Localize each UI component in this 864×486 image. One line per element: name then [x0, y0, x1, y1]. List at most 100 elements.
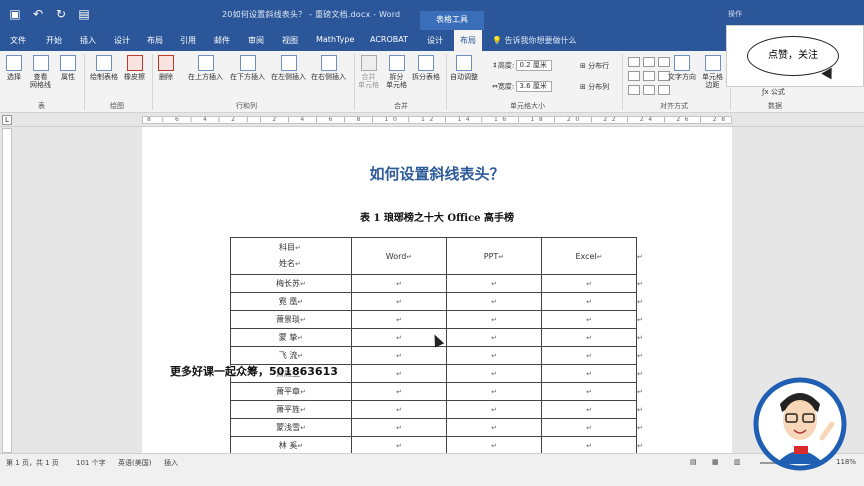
width-input[interactable]: 3.6 厘米: [516, 81, 553, 92]
align-top-left-button[interactable]: [628, 57, 640, 67]
score-cell-word[interactable]: ↵: [351, 436, 447, 455]
name-cell[interactable]: 萧景琰↵: [230, 310, 352, 329]
score-cell-word[interactable]: ↵: [351, 400, 447, 419]
redo-icon[interactable]: ↻: [54, 7, 68, 21]
tab-view[interactable]: 视图: [282, 35, 298, 46]
read-mode-icon[interactable]: ▤: [690, 458, 697, 466]
align-middle-center-button[interactable]: [643, 71, 655, 81]
tab-home[interactable]: 开始: [46, 35, 62, 46]
name-cell[interactable]: 蒙 挚↵: [230, 328, 352, 347]
column-header-excel[interactable]: Excel↵: [541, 237, 637, 275]
vertical-ruler[interactable]: [2, 128, 12, 453]
name-cell[interactable]: 萧平旌↵: [230, 400, 352, 419]
distribute-rows-button[interactable]: ⊞ 分布行: [580, 61, 609, 71]
tab-references[interactable]: 引用: [180, 35, 196, 46]
score-cell-word[interactable]: ↵: [351, 274, 447, 293]
score-cell-word[interactable]: ↵: [351, 364, 447, 383]
tab-table-layout[interactable]: 布局: [454, 30, 482, 51]
tab-mailings[interactable]: 邮件: [214, 35, 230, 46]
save-icon[interactable]: ▣: [8, 7, 22, 21]
tab-file[interactable]: 文件: [10, 35, 26, 46]
web-layout-icon[interactable]: ▥: [734, 458, 741, 466]
insert-above-button[interactable]: 在上方插入: [188, 55, 223, 81]
column-header-ppt[interactable]: PPT↵: [446, 237, 542, 275]
delete-button[interactable]: 删除: [158, 55, 174, 81]
score-cell-ppt[interactable]: ↵: [446, 400, 542, 419]
align-top-center-button[interactable]: [643, 57, 655, 67]
score-cell-excel[interactable]: ↵: [541, 364, 637, 383]
ruler-scale[interactable]: 8 | 6 | 4 | 2 | | 2 | 4 | 6 | 8 | 10 | 1…: [142, 116, 732, 124]
properties-button[interactable]: 属性: [60, 55, 76, 81]
insert-below-button[interactable]: 在下方插入: [230, 55, 265, 81]
word-count[interactable]: 101 个字: [76, 458, 106, 468]
name-cell[interactable]: 蒙浅雪↵: [230, 418, 352, 437]
align-bottom-right-button[interactable]: [658, 85, 670, 95]
autofit-button[interactable]: 自动调整: [450, 55, 478, 81]
name-cell[interactable]: 林 奚↵: [230, 436, 352, 455]
name-cell[interactable]: 萧平章↵: [230, 382, 352, 401]
split-cells-button[interactable]: 拆分 单元格: [386, 55, 407, 89]
align-middle-left-button[interactable]: [628, 71, 640, 81]
user-label[interactable]: 操作: [728, 9, 742, 19]
score-cell-excel[interactable]: ↵: [541, 310, 637, 329]
score-cell-excel[interactable]: ↵: [541, 328, 637, 347]
select-button[interactable]: 选择: [6, 55, 22, 81]
score-cell-ppt[interactable]: ↵: [446, 436, 542, 455]
score-cell-excel[interactable]: ↵: [541, 274, 637, 293]
score-cell-word[interactable]: ↵: [351, 418, 447, 437]
diagonal-header-cell[interactable]: 科目↵ 姓名↵: [230, 237, 352, 275]
score-cell-ppt[interactable]: ↵: [446, 310, 542, 329]
score-cell-excel[interactable]: ↵: [541, 400, 637, 419]
score-cell-word[interactable]: ↵: [351, 292, 447, 311]
score-cell-ppt[interactable]: ↵: [446, 328, 542, 347]
align-bottom-left-button[interactable]: [628, 85, 640, 95]
insert-mode[interactable]: 插入: [164, 458, 178, 468]
tab-mathtype[interactable]: MathType: [316, 35, 354, 44]
tab-acrobat[interactable]: ACROBAT: [370, 35, 408, 44]
insert-left-button[interactable]: 在左侧插入: [271, 55, 306, 81]
score-cell-excel[interactable]: ↵: [541, 292, 637, 311]
tab-design[interactable]: 设计: [114, 35, 130, 46]
tab-table-design[interactable]: 设计: [427, 35, 443, 46]
tab-review[interactable]: 审阅: [248, 35, 264, 46]
cell-margins-button[interactable]: 单元格 边距: [702, 55, 723, 89]
split-table-button[interactable]: 拆分表格: [412, 55, 440, 81]
insert-right-button[interactable]: 在右侧插入: [311, 55, 346, 81]
height-input[interactable]: 0.2 厘米: [516, 60, 553, 71]
undo-icon[interactable]: ↶: [31, 7, 45, 21]
language[interactable]: 英语(美国): [118, 458, 151, 468]
eraser-button[interactable]: 橡皮擦: [124, 55, 145, 81]
score-cell-ppt[interactable]: ↵: [446, 274, 542, 293]
score-cell-ppt[interactable]: ↵: [446, 418, 542, 437]
document-page[interactable]: 如何设置斜线表头？ 表 1 琅琊榜之十大 Office 高手榜 科目↵ 姓名↵ …: [142, 127, 732, 455]
print-layout-icon[interactable]: ▦: [712, 458, 719, 466]
view-gridlines-button[interactable]: 查看 网格线: [30, 55, 51, 89]
name-cell[interactable]: 霓 凰↵: [230, 292, 352, 311]
text-direction-button[interactable]: 文字方向: [668, 55, 696, 81]
page-count[interactable]: 第 1 页，共 1 页: [6, 458, 59, 468]
score-cell-word[interactable]: ↵: [351, 382, 447, 401]
name-cell[interactable]: 飞 流↵: [230, 346, 352, 365]
score-cell-word[interactable]: ↵: [351, 310, 447, 329]
tab-selector[interactable]: L: [2, 115, 12, 125]
score-cell-word[interactable]: ↵: [351, 346, 447, 365]
draw-table-button[interactable]: 绘制表格: [90, 55, 118, 81]
score-cell-ppt[interactable]: ↵: [446, 382, 542, 401]
score-cell-ppt[interactable]: ↵: [446, 346, 542, 365]
tab-layout[interactable]: 布局: [147, 35, 163, 46]
format-icon[interactable]: ▤: [77, 7, 91, 21]
name-cell[interactable]: 梅长苏↵: [230, 274, 352, 293]
column-header-word[interactable]: Word↵: [351, 237, 447, 275]
tell-me-search[interactable]: 💡 告诉我你想要做什么: [492, 35, 577, 46]
tab-insert[interactable]: 插入: [80, 35, 96, 46]
score-cell-excel[interactable]: ↵: [541, 346, 637, 365]
score-cell-excel[interactable]: ↵: [541, 418, 637, 437]
merge-cells-button[interactable]: 合并 单元格: [358, 55, 379, 89]
score-cell-ppt[interactable]: ↵: [446, 292, 542, 311]
formula-button[interactable]: ƒx 公式: [762, 87, 785, 97]
align-bottom-center-button[interactable]: [643, 85, 655, 95]
score-cell-excel[interactable]: ↵: [541, 436, 637, 455]
score-cell-excel[interactable]: ↵: [541, 382, 637, 401]
distribute-cols-button[interactable]: ⊞ 分布列: [580, 82, 609, 92]
score-cell-ppt[interactable]: ↵: [446, 364, 542, 383]
